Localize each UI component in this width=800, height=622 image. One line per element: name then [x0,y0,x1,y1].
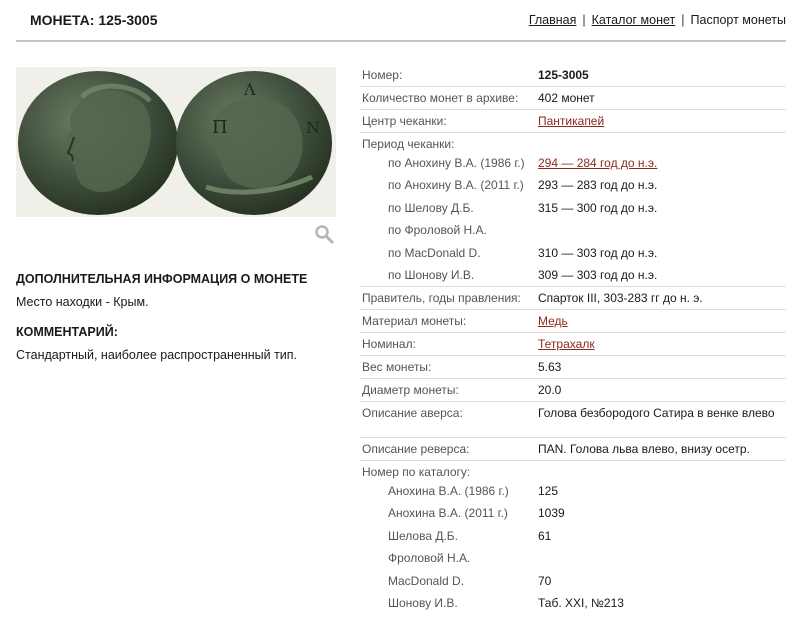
detail-value: 5.63 [538,359,562,374]
detail-row-catalog: Номер по каталогу: [360,461,786,480]
detail-value: 402 монет [538,91,595,105]
period-label: по Анохину В.А. (2011 г.) [388,178,524,193]
period-label: по Анохину В.А. (1986 г.) [388,156,525,170]
comment-heading: КОММЕНТАРИЙ: [16,325,118,339]
page-header: МОНЕТА: 125-3005 Главная | Каталог монет | П… [16,0,786,42]
coin-reverse: П Λ N [176,71,332,215]
detail-value: 125-3005 [538,68,589,82]
detail-row-ruler: Правитель, годы правления: Спарток III, … [360,287,786,310]
period-row: по Шелову Д.Б. 315 — 300 год до н.э. [360,197,786,219]
catalog-row: Анохина В.А. (2011 г.) 1039 [360,502,786,524]
detail-row-material: Материал монеты: Медь [360,310,786,333]
period-label: по MacDonald D. [388,245,481,260]
detail-label: Описание аверса: [362,405,463,420]
detail-row-diameter: Диаметр монеты: 20.0 [360,379,786,402]
breadcrumb-separator: | [582,13,586,27]
detail-label: Правитель, годы правления: [362,290,521,305]
period-row: по Анохину В.А. (2011 г.) 293 — 283 год … [360,174,786,196]
comment-text: Стандартный, наиболее распространенный т… [16,348,298,362]
detail-value: ПАN. Голова льва влево, внизу осетр. [538,441,750,456]
catalog-label: Фроловой Н.А. [388,551,471,566]
mint-link[interactable]: Пантикапей [538,113,786,129]
detail-row-obverse: Описание аверса: Голова безбородого Сати… [360,402,786,438]
catalog-row: MacDonald D. 70 [360,570,786,592]
coin-photo[interactable]: П Λ N [16,67,336,217]
breadcrumb-separator: | [681,13,685,27]
period-value: 310 — 303 год до н.э. [538,245,658,260]
material-link[interactable]: Медь [538,313,786,329]
period-row: по Анохину В.А. (1986 г.) 294 — 284 год … [360,152,786,174]
detail-label: Номинал: [362,336,416,351]
svg-text:Λ: Λ [243,80,256,99]
detail-row-denomination: Номинал: Тетрахалк [360,333,786,356]
coin-details: Номер: 125-3005 Количество монет в архив… [360,64,786,614]
catalog-label: Шонову И.В. [388,595,458,610]
catalog-label: Шелова Д.Б. [388,528,459,543]
detail-row-count: Количество монет в архиве: 402 монет [360,87,786,110]
detail-value: 20.0 [538,382,562,397]
catalog-value: 1039 [538,506,565,521]
breadcrumb-home-link[interactable]: Главная [529,13,577,27]
catalog-row: Шелова Д.Б. 61 [360,525,786,547]
catalog-row: Фроловой Н.А. [360,547,786,569]
catalog-value: 61 [538,528,552,543]
period-row: по Фроловой Н.А. [360,219,786,241]
detail-row-weight: Вес монеты: 5.63 [360,356,786,379]
period-value: 315 — 300 год до н.э. [538,200,658,215]
catalog-label: MacDonald D. [388,573,465,588]
extra-info-heading: ДОПОЛНИТЕЛЬНАЯ ИНФОРМАЦИЯ О МОНЕТЕ [16,272,308,286]
catalog-value: 125 [538,483,559,498]
catalog-row: Анохина В.А. (1986 г.) 125 [360,480,786,502]
period-value: 293 — 283 год до н.э. [538,178,658,193]
catalog-row: Шонову И.В. Таб. XXI, №213 [360,592,786,614]
detail-row-reverse: Описание реверса: ПАN. Голова льва влево… [360,438,786,461]
detail-row-period: Период чеканки: [360,133,786,152]
detail-label: Вес монеты: [362,359,432,374]
detail-label: Номер: [362,68,403,82]
detail-value: Спарток III, 303-283 гг до н. э. [538,290,703,305]
catalog-value: Таб. XXI, №213 [538,595,624,610]
detail-label: Диаметр монеты: [362,382,459,397]
detail-label: Период чеканки: [362,137,455,151]
period-row: по MacDonald D. 310 — 303 год до н.э. [360,242,786,264]
find-place: Место находки - Крым. [16,295,149,309]
period-label: по Фроловой Н.А. [388,223,487,238]
detail-row-mint: Центр чеканки: Пантикапей [360,110,786,133]
svg-text:П: П [212,117,228,138]
denomination-link[interactable]: Тетрахалк [538,336,786,352]
detail-label: Описание реверса: [362,441,470,456]
left-info: ДОПОЛНИТЕЛЬНАЯ ИНФОРМАЦИЯ О МОНЕТЕ Место… [16,272,346,362]
breadcrumb-catalog-link[interactable]: Каталог монет [592,13,676,27]
coin-obverse [18,71,178,215]
catalog-label: Анохина В.А. (2011 г.) [388,506,508,521]
period-label: по Шонову И.В. [388,267,475,282]
detail-row-number: Номер: 125-3005 [360,64,786,87]
detail-value: Голова безбородого Сатира в венке влево [538,405,775,420]
detail-label: Количество монет в архиве: [362,91,519,105]
period-value: 309 — 303 год до н.э. [538,267,658,282]
detail-label: Номер по каталогу: [362,464,471,479]
period-link[interactable]: 294 — 284 год до н.э. [538,155,786,171]
detail-label: Центр чеканки: [362,114,447,128]
period-label: по Шелову Д.Б. [388,200,474,215]
catalog-value: 70 [538,573,552,588]
catalog-value [538,550,786,566]
catalog-label: Анохина В.А. (1986 г.) [388,483,509,498]
page-title: МОНЕТА: 125-3005 [30,12,158,28]
magnifier-icon[interactable] [314,224,334,244]
breadcrumb: Главная | Каталог монет | Паспорт монеты [529,13,786,27]
svg-text:N: N [306,118,320,137]
period-value [538,222,786,238]
period-row: по Шонову И.В. 309 — 303 год до н.э. [360,264,786,287]
detail-label: Материал монеты: [362,313,467,328]
breadcrumb-current: Паспорт монеты [690,13,786,27]
